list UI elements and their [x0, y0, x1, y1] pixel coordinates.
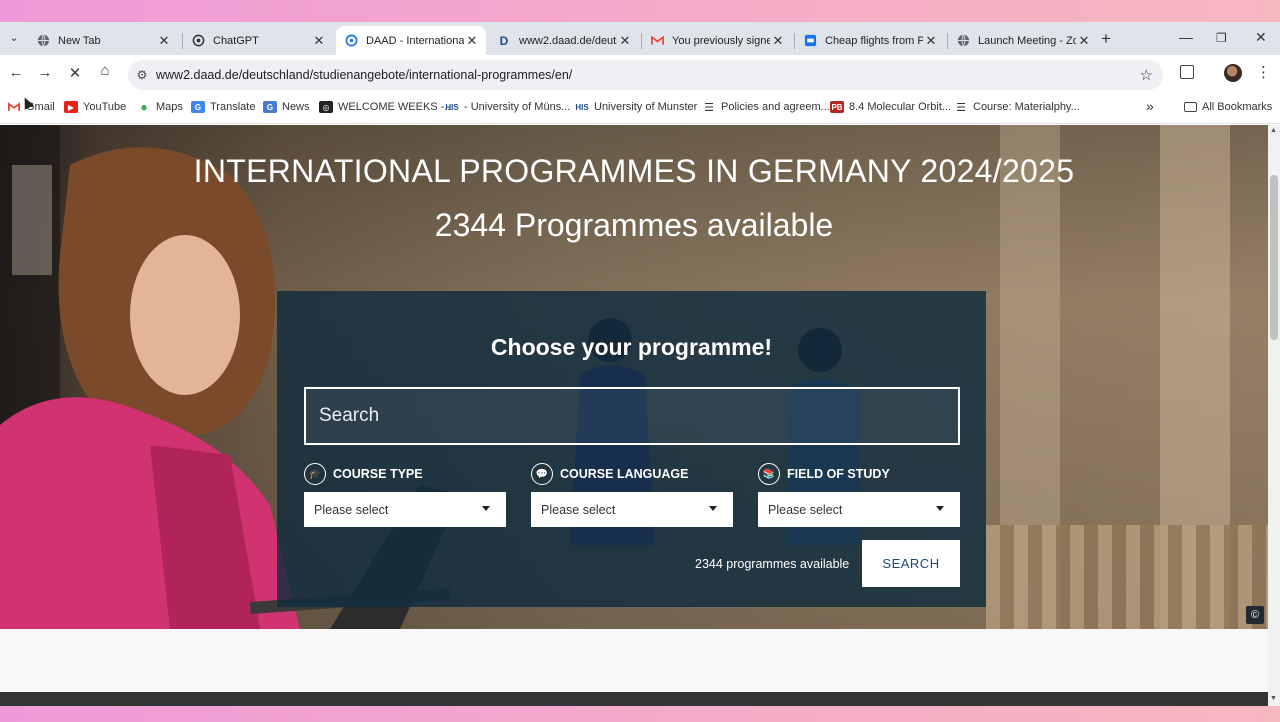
bookmark-maps[interactable]: ● Maps: [137, 100, 183, 114]
daad-icon: [344, 34, 358, 48]
close-tab-icon[interactable]: ✕: [311, 33, 327, 49]
field-of-study-label: 📚 FIELD OF STUDY: [758, 463, 890, 485]
news-icon: G: [263, 101, 277, 113]
more-bookmarks-chevron[interactable]: »: [1146, 98, 1154, 114]
page-scrollbar[interactable]: ▲ ▼: [1268, 125, 1280, 706]
field-of-study-select[interactable]: Please select: [758, 492, 960, 527]
address-bar[interactable]: ⚙ www2.daad.de/deutschland/studienangebo…: [128, 60, 1163, 90]
home-icon[interactable]: ⌂: [95, 62, 115, 79]
tab-strip: ⌄ New Tab ✕ ChatGPT ✕ DAAD - Internation…: [0, 22, 1280, 55]
bookmark-molecular-orbital[interactable]: PB 8.4 Molecular Orbit...: [830, 101, 951, 113]
tab-daad-international[interactable]: DAAD - International ✕: [336, 26, 486, 55]
course-language-label: 💬 COURSE LANGUAGE: [531, 463, 688, 485]
course-type-select[interactable]: Please select: [304, 492, 506, 527]
hero-banner: INTERNATIONAL PROGRAMMES IN GERMANY 2024…: [0, 125, 1268, 629]
close-tab-icon[interactable]: ✕: [1076, 33, 1092, 49]
flights-icon: [803, 34, 817, 48]
search-button[interactable]: SEARCH: [862, 540, 960, 587]
tab-chatgpt[interactable]: ChatGPT ✕: [183, 26, 333, 55]
bookmark-welcome-weeks[interactable]: ◎ WELCOME WEEKS -...: [319, 101, 454, 113]
page-content: INTERNATIONAL PROGRAMMES IN GERMANY 2024…: [0, 125, 1268, 706]
chatgpt-icon: [191, 34, 205, 48]
scroll-up-icon[interactable]: ▲: [1270, 127, 1277, 134]
translate-icon: G: [191, 101, 205, 113]
bookmark-policies[interactable]: ☰ Policies and agreem...: [702, 101, 830, 114]
graduation-cap-icon: 🎓: [304, 463, 326, 485]
page-title: INTERNATIONAL PROGRAMMES IN GERMANY 2024…: [193, 153, 1075, 189]
folder-icon: [1184, 102, 1197, 112]
tab-gmail[interactable]: You previously signe ✕: [642, 26, 792, 55]
extensions-icon[interactable]: [1180, 65, 1194, 79]
dropdown-caret-icon: [482, 506, 490, 511]
welcome-weeks-icon: ◎: [319, 101, 333, 113]
minimize-icon[interactable]: —: [1179, 29, 1193, 45]
bookmark-youtube[interactable]: ▶ YouTube: [64, 101, 126, 113]
books-icon: 📚: [758, 463, 780, 485]
bookmark-star-icon[interactable]: ☆: [1140, 66, 1153, 84]
new-tab-button[interactable]: +: [1101, 29, 1111, 49]
course-type-label: 🎓 COURSE TYPE: [304, 463, 423, 485]
stop-loading-icon[interactable]: ✕: [65, 64, 85, 82]
footer-band: [0, 692, 1268, 706]
tab-cheap-flights[interactable]: Cheap flights from P ✕: [795, 26, 945, 55]
close-tab-icon[interactable]: ✕: [156, 33, 172, 49]
d-icon: D: [499, 33, 509, 48]
his-icon: HIS: [575, 102, 589, 112]
bookmarks-bar: Gmail ▶ YouTube ● Maps G Translate G New…: [0, 94, 1280, 124]
speech-bubble-icon: 💬: [531, 463, 553, 485]
tab-new-tab[interactable]: New Tab ✕: [28, 26, 178, 55]
finder-heading: Choose your programme!: [490, 334, 773, 360]
his-icon: HIS: [445, 102, 459, 112]
course-language-select[interactable]: Please select: [531, 492, 733, 527]
close-window-icon[interactable]: ✕: [1255, 29, 1267, 46]
bookmark-materialphysics[interactable]: ☰ Course: Materialphy...: [954, 101, 1080, 114]
list-icon: ☰: [704, 101, 714, 114]
toolbar: ← → ✕ ⌂ ⚙ www2.daad.de/deutschland/studi…: [0, 55, 1280, 94]
bookmark-university-muenster[interactable]: HIS - University of Müns...: [445, 101, 570, 113]
programmes-count-text: 2344 programmes available: [695, 557, 850, 571]
back-arrow-icon[interactable]: ←: [6, 64, 26, 81]
restore-icon[interactable]: ❐: [1216, 31, 1227, 45]
programme-search-input[interactable]: [304, 387, 960, 445]
youtube-icon: ▶: [64, 101, 78, 113]
list-icon: ☰: [956, 101, 966, 114]
tab-search-icon[interactable]: ⌄: [6, 31, 22, 47]
maps-pin-icon: ●: [140, 100, 148, 114]
scrollbar-thumb[interactable]: [1270, 175, 1278, 340]
gmail-icon: [7, 101, 21, 113]
gmail-icon: [650, 34, 664, 48]
tab-daad-deutschland[interactable]: D www2.daad.de/deuts ✕: [489, 26, 639, 55]
browser-window: ⌄ New Tab ✕ ChatGPT ✕ DAAD - Internation…: [0, 22, 1280, 706]
bookmark-university-of-munster[interactable]: HIS University of Munster: [575, 101, 697, 113]
scroll-down-icon[interactable]: ▼: [1270, 695, 1277, 702]
programmes-available-heading: 2344 Programmes available: [434, 207, 834, 243]
bookmark-news[interactable]: G News: [263, 101, 310, 113]
forward-arrow-icon[interactable]: →: [35, 64, 55, 81]
url-text[interactable]: www2.daad.de/deutschland/studienangebote…: [156, 68, 572, 82]
site-settings-icon[interactable]: ⚙: [128, 68, 156, 82]
dropdown-caret-icon: [709, 506, 717, 511]
bookmark-translate[interactable]: G Translate: [191, 101, 255, 113]
dropdown-caret-icon: [936, 506, 944, 511]
close-tab-icon[interactable]: ✕: [464, 33, 480, 49]
close-tab-icon[interactable]: ✕: [923, 33, 939, 49]
globe-icon: [956, 34, 970, 48]
close-tab-icon[interactable]: ✕: [770, 33, 786, 49]
pb-icon: PB: [830, 101, 844, 113]
tab-launch-meeting[interactable]: Launch Meeting - Zo ✕: [948, 26, 1098, 55]
profile-avatar[interactable]: [1224, 64, 1242, 82]
programme-finder-panel: Choose your programme! 🎓 COURSE TYPE 💬 C…: [277, 291, 986, 607]
globe-icon: [36, 34, 50, 48]
all-bookmarks-folder[interactable]: All Bookmarks: [1184, 101, 1272, 113]
copyright-icon[interactable]: ©: [1246, 606, 1264, 624]
balustrade: [986, 525, 1268, 629]
close-tab-icon[interactable]: ✕: [617, 33, 633, 49]
menu-kebab-icon[interactable]: ⋮: [1256, 63, 1271, 81]
